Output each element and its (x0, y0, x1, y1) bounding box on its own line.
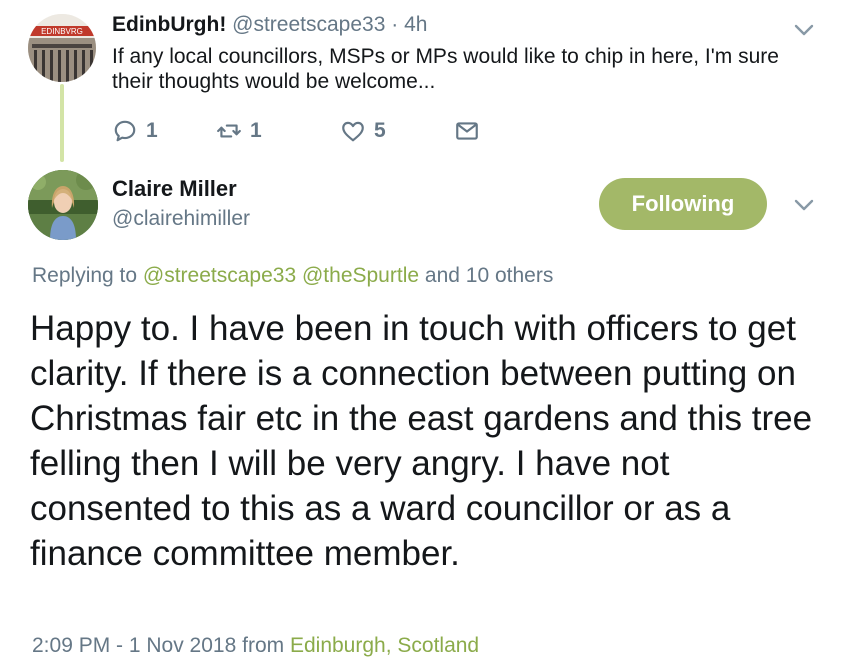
replying-prefix: Replying to (32, 264, 138, 287)
tweet1-age[interactable]: 4h (404, 13, 427, 36)
tweet2-location-link[interactable]: Edinburgh, Scotland (290, 634, 479, 657)
tweet1-author-name[interactable]: EdinbUrgh! (112, 13, 226, 36)
mention-link[interactable]: @streetscape33 (143, 264, 296, 287)
tweet1-text: If any local councillors, MSPs or MPs wo… (112, 45, 779, 93)
tweet1-author-handle[interactable]: @streetscape33 (232, 13, 385, 36)
tweet1-header: EdinbUrgh! @streetscape33 · 4h (112, 13, 427, 37)
tweet1-actions: 1 1 5 (112, 116, 488, 146)
direct-message-icon (456, 122, 478, 140)
tweet2-author-name[interactable]: Claire Miller (112, 176, 237, 202)
others-link[interactable]: and 10 others (425, 264, 553, 287)
avatar-clairehimiller[interactable] (28, 170, 98, 240)
retweet-button[interactable]: 1 (216, 118, 340, 144)
mention-link[interactable]: @theSpurtle (302, 264, 419, 287)
chevron-down-icon[interactable] (793, 23, 815, 37)
like-button[interactable]: 5 (340, 118, 454, 144)
avatar-streetscape33[interactable]: EDINBVRG (28, 14, 96, 82)
tweet1-separator: · (385, 13, 405, 36)
direct-message-button[interactable] (454, 118, 488, 144)
like-icon (342, 121, 364, 142)
tweet2-author-handle[interactable]: @clairehimiller (112, 207, 250, 231)
like-count: 5 (374, 119, 386, 142)
avatar-image (28, 170, 98, 240)
thread-connector-line (60, 84, 64, 162)
replying-to-line: Replying to @streetscape33 @theSpurtle a… (32, 264, 553, 288)
tweet2-text: Happy to. I have been in touch with offi… (30, 309, 813, 573)
chevron-down-icon[interactable] (793, 198, 815, 212)
tweet2-timestamp: 2:09 PM - 1 Nov 2018 from (32, 634, 285, 657)
reply-count: 1 (146, 119, 158, 142)
reply-button[interactable]: 1 (112, 118, 216, 144)
retweet-icon (217, 124, 241, 138)
avatar-image: EDINBVRG (28, 14, 96, 82)
tweet2-timestamp-line: 2:09 PM - 1 Nov 2018 from Edinburgh, Sco… (32, 634, 479, 658)
reply-icon (114, 120, 136, 142)
following-button[interactable]: Following (599, 178, 767, 230)
avatar-sign-text: EDINBVRG (41, 27, 83, 36)
retweet-count: 1 (250, 119, 262, 142)
